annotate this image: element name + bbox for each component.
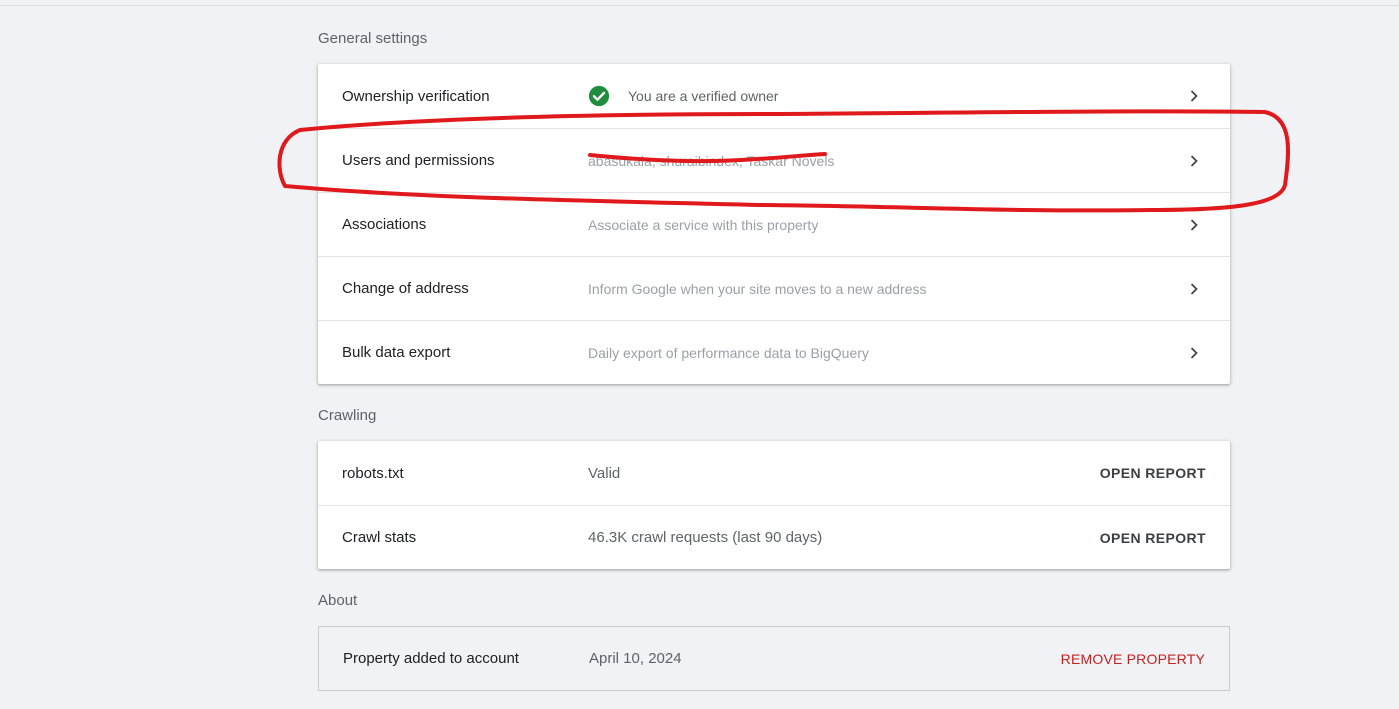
property-added-row: Property added to account April 10, 2024… <box>319 627 1229 690</box>
robots-txt-row: robots.txt Valid OPEN REPORT <box>318 441 1230 505</box>
chevron-right-icon[interactable] <box>1184 86 1204 106</box>
chevron-right-icon[interactable] <box>1184 343 1204 363</box>
top-divider <box>0 5 1399 6</box>
about-card: Property added to account April 10, 2024… <box>318 626 1230 691</box>
row-value: Inform Google when your site moves to a … <box>588 280 927 297</box>
row-value: April 10, 2024 <box>589 650 682 667</box>
remove-property-button[interactable]: REMOVE PROPERTY <box>1061 651 1205 667</box>
crawling-heading: Crawling <box>318 407 377 424</box>
associations-row[interactable]: Associations Associate a service with th… <box>318 192 1230 256</box>
row-label: Ownership verification <box>342 87 490 105</box>
open-report-button[interactable]: OPEN REPORT <box>1100 530 1206 546</box>
ownership-verification-row[interactable]: Ownership verification You are a verifie… <box>318 64 1230 128</box>
row-label: Associations <box>342 216 427 233</box>
users-and-permissions-row[interactable]: Users and permissions abasukala, shuraib… <box>318 128 1230 192</box>
crawling-card: robots.txt Valid OPEN REPORT Crawl stats… <box>318 441 1230 569</box>
bulk-data-export-row[interactable]: Bulk data export Daily export of perform… <box>318 320 1230 384</box>
row-value: Associate a service with this property <box>588 216 819 233</box>
general-settings-heading: General settings <box>318 30 428 47</box>
chevron-right-icon[interactable] <box>1184 279 1204 299</box>
row-value: You are a verified owner <box>588 85 778 107</box>
general-settings-card: Ownership verification You are a verifie… <box>318 64 1230 384</box>
row-label: robots.txt <box>342 464 404 482</box>
verified-owner-text: You are a verified owner <box>628 88 779 104</box>
row-value: abasukala, shuraibindex, Taskar Novels <box>588 152 835 169</box>
change-of-address-row[interactable]: Change of address Inform Google when you… <box>318 256 1230 320</box>
chevron-right-icon[interactable] <box>1184 215 1204 235</box>
crawl-stats-row: Crawl stats 46.3K crawl requests (last 9… <box>318 505 1230 569</box>
row-label: Bulk data export <box>342 344 451 361</box>
row-value: 46.3K crawl requests (last 90 days) <box>588 529 823 546</box>
row-value: Valid <box>588 464 621 482</box>
about-heading: About <box>318 592 358 609</box>
row-label: Change of address <box>342 280 469 297</box>
row-label: Crawl stats <box>342 529 417 546</box>
row-value: Daily export of performance data to BigQ… <box>588 344 869 361</box>
row-label: Property added to account <box>343 650 519 667</box>
chevron-right-icon[interactable] <box>1184 151 1204 171</box>
row-label: Users and permissions <box>342 152 495 169</box>
check-circle-icon <box>588 85 610 107</box>
open-report-button[interactable]: OPEN REPORT <box>1100 465 1206 481</box>
